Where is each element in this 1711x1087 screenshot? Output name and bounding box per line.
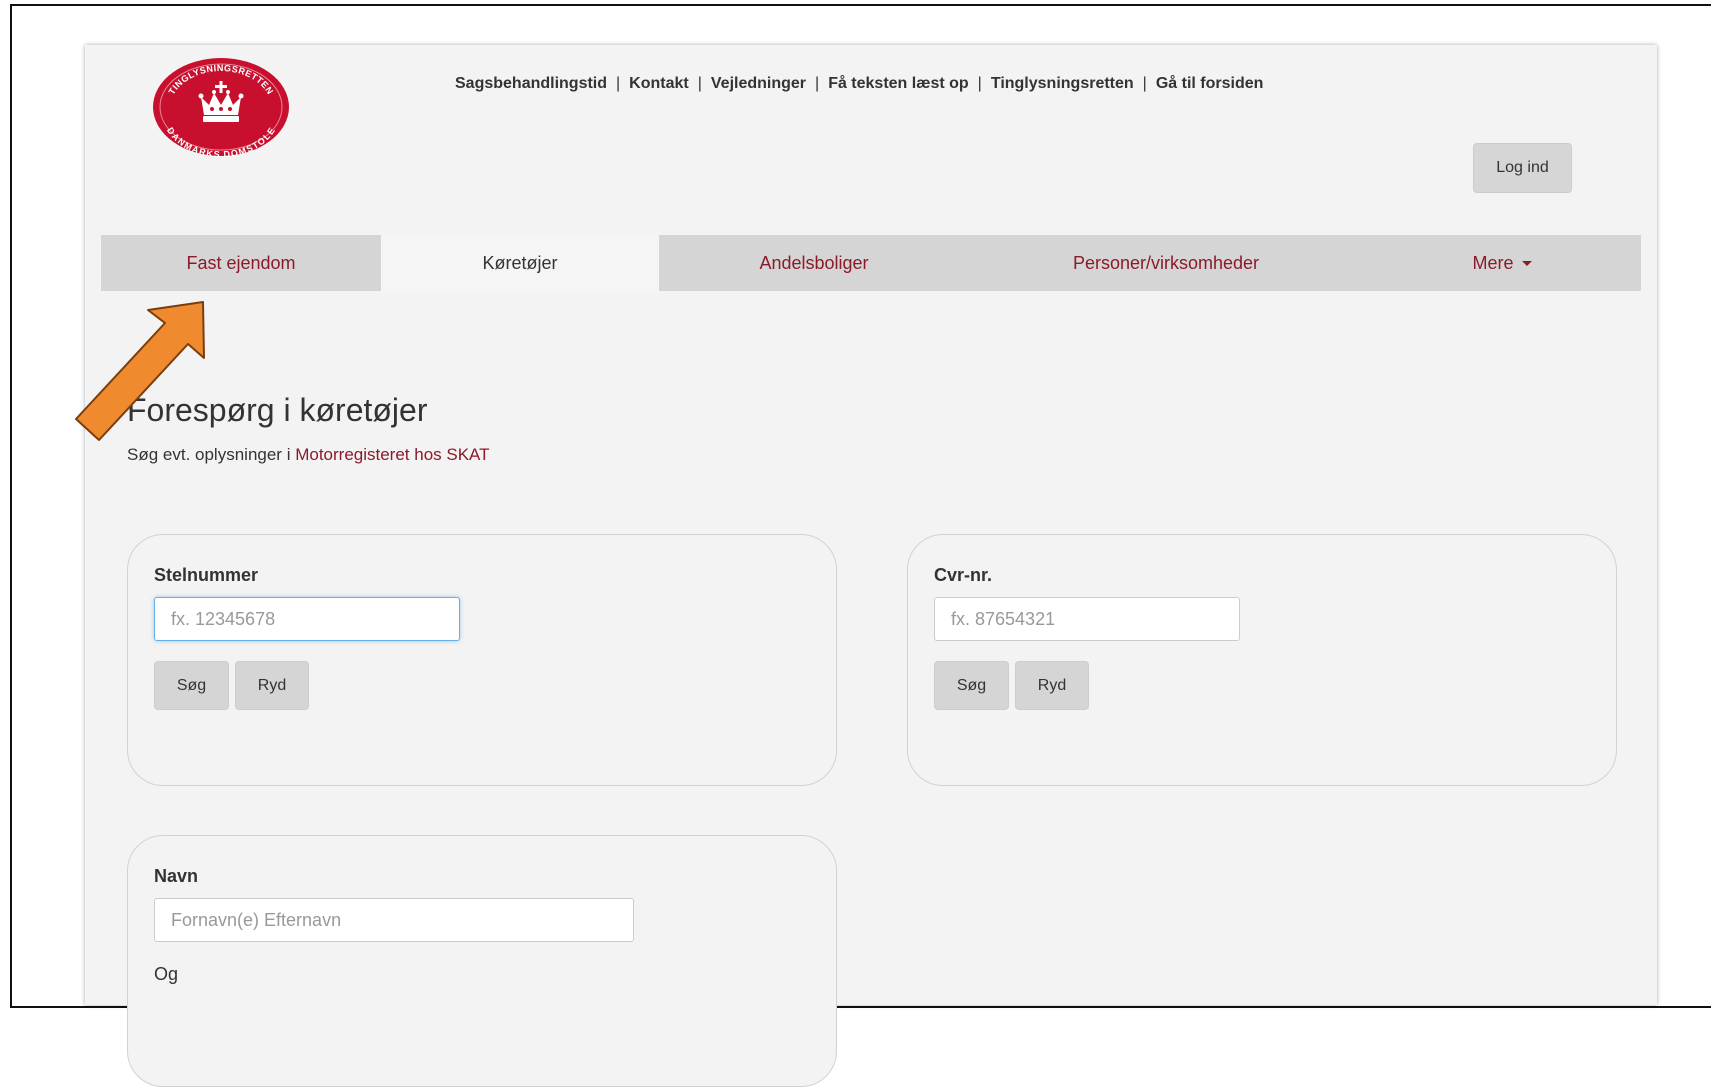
stelnummer-label: Stelnummer (154, 565, 259, 585)
stelnummer-input[interactable] (154, 597, 460, 641)
stelnummer-search-card: Stelnummer Søg Ryd (127, 534, 837, 786)
subtitle-text: Søg evt. oplysninger i (127, 445, 296, 464)
stelnummer-clear-button[interactable]: Ryd (235, 661, 309, 710)
nav-separator: | (697, 75, 702, 92)
nav-separator: | (1142, 75, 1147, 92)
tab-koretojer[interactable]: Køretøjer (381, 235, 659, 291)
page-container: TINGLYSNINGSRETTEN DANMARKS DOMSTOLE Sag… (85, 45, 1657, 1087)
nav-link-tinglysningsretten[interactable]: Tinglysningsretten (991, 75, 1134, 92)
cvr-label: Cvr-nr. (934, 565, 993, 585)
page-subtitle: Søg evt. oplysninger i Motorregisteret h… (127, 445, 490, 465)
tab-label: Andelsboliger (759, 252, 869, 273)
tab-personer-virksomheder[interactable]: Personer/virksomheder (969, 235, 1363, 291)
tab-label: Fast ejendom (186, 252, 296, 273)
screenshot-frame: TINGLYSNINGSRETTEN DANMARKS DOMSTOLE Sag… (10, 4, 1711, 1087)
nav-separator: | (977, 75, 982, 92)
main-tab-bar: Fast ejendom Køretøjer Andelsboliger Per… (101, 235, 1641, 291)
caret-down-icon (1521, 260, 1532, 266)
top-navigation: Sagsbehandlingstid | Kontakt | Vejledninger |… (455, 75, 1263, 93)
nav-link-vejledninger[interactable]: Vejledninger (711, 75, 806, 92)
nav-separator: | (815, 75, 820, 92)
tab-label: Køretøjer (482, 252, 558, 273)
tab-andelsboliger[interactable]: Andelsboliger (659, 235, 969, 291)
nav-link-sagsbehandlingstid[interactable]: Sagsbehandlingstid (455, 75, 607, 92)
tab-label: Mere (1472, 252, 1514, 273)
navn-label: Navn (154, 866, 199, 886)
stelnummer-search-button[interactable]: Søg (154, 661, 229, 710)
nav-separator: | (616, 75, 621, 92)
nav-link-read-aloud[interactable]: Få teksten læst op (828, 75, 968, 92)
tab-label: Personer/virksomheder (1072, 252, 1260, 273)
tab-fast-ejendom[interactable]: Fast ejendom (101, 235, 381, 291)
motorregister-link[interactable]: Motorregisteret hos SKAT (295, 445, 489, 464)
tab-mere-dropdown[interactable]: Mere (1363, 235, 1641, 291)
nav-link-kontakt[interactable]: Kontakt (629, 75, 689, 92)
og-label: Og (154, 964, 179, 984)
navn-input[interactable] (154, 898, 634, 942)
court-seal-logo[interactable]: TINGLYSNINGSRETTEN DANMARKS DOMSTOLE (152, 57, 290, 157)
cvr-search-button[interactable]: Søg (934, 661, 1009, 710)
page-title: Forespørg i køretøjer (127, 392, 428, 428)
navn-search-card: Navn Og (127, 835, 837, 1087)
login-button[interactable]: Log ind (1473, 143, 1572, 193)
nav-link-home[interactable]: Gå til forsiden (1156, 75, 1264, 92)
cvr-clear-button[interactable]: Ryd (1015, 661, 1089, 710)
cvr-input[interactable] (934, 597, 1240, 641)
cvr-search-card: Cvr-nr. Søg Ryd (907, 534, 1617, 786)
